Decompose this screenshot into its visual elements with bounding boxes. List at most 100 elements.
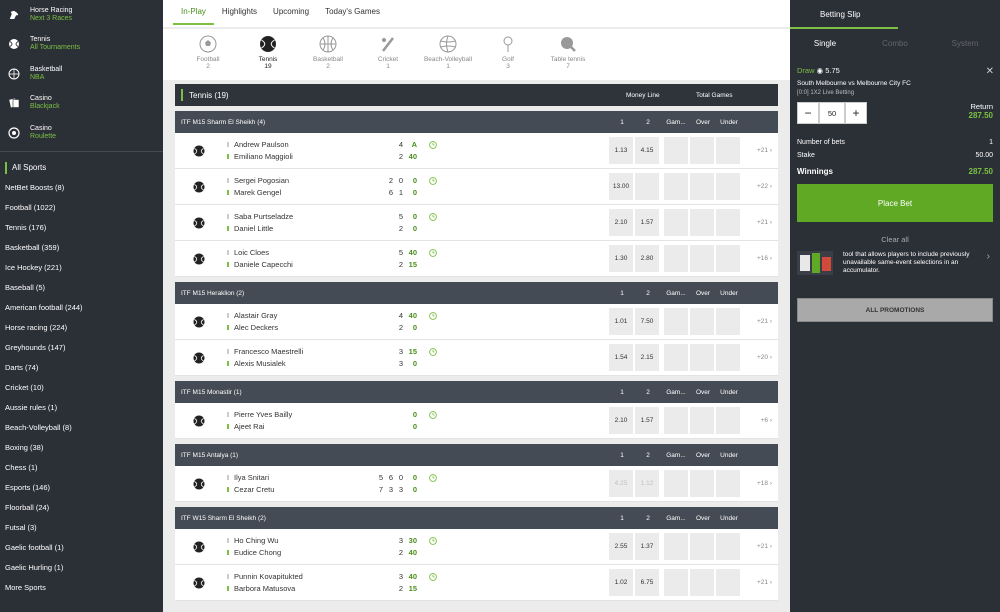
over-odds-cell[interactable] xyxy=(690,308,714,335)
total-games-cell[interactable] xyxy=(664,470,688,497)
sidebar-sport-item[interactable]: Gaelic Hurling (1) xyxy=(0,558,163,578)
sport-filter-basketball[interactable]: Basketball 2 xyxy=(298,29,358,80)
odds-1-button[interactable]: 4.25 xyxy=(609,470,633,497)
over-odds-cell[interactable] xyxy=(690,569,714,596)
sidebar-sport-item[interactable]: Floorball (24) xyxy=(0,498,163,518)
tab-today-s-games[interactable]: Today's Games xyxy=(317,0,388,27)
match-row[interactable]: Pierre Yves Bailly Ajeet Rai 0 0 2.10 1.57 +6 … xyxy=(175,403,778,439)
odds-1-button[interactable]: 1.01 xyxy=(609,308,633,335)
sport-filter-cricket[interactable]: Cricket 1 xyxy=(358,29,418,80)
quick-link[interactable]: Casino Roulette xyxy=(0,118,163,148)
league-header[interactable]: ITF M15 Antalya (1) 1 2 Gam... Over Under xyxy=(175,444,778,466)
total-games-cell[interactable] xyxy=(664,308,688,335)
over-odds-cell[interactable] xyxy=(690,209,714,236)
sidebar-sport-item[interactable]: Football (1022) xyxy=(0,198,163,218)
match-row[interactable]: Andrew Paulson Emiliano Maggioli 4 A 2 40 1.13… xyxy=(175,133,778,169)
sport-filter-football[interactable]: Football 2 xyxy=(178,29,238,80)
odds-1-button[interactable]: 2.10 xyxy=(609,407,633,434)
odds-2-button[interactable]: 7.50 xyxy=(635,308,659,335)
over-odds-cell[interactable] xyxy=(690,344,714,371)
over-odds-cell[interactable] xyxy=(690,245,714,272)
stake-input[interactable]: 50 xyxy=(819,102,845,124)
sidebar-sport-item[interactable]: Ice Hockey (221) xyxy=(0,258,163,278)
over-odds-cell[interactable] xyxy=(690,407,714,434)
total-games-cell[interactable] xyxy=(664,245,688,272)
odds-1-button[interactable]: 1.02 xyxy=(609,569,633,596)
odds-1-button[interactable]: 1.54 xyxy=(609,344,633,371)
sidebar-sport-item[interactable]: Darts (74) xyxy=(0,358,163,378)
league-header[interactable]: ITF M15 Heraklion (2) 1 2 Gam... Over Under xyxy=(175,282,778,304)
sidebar-sport-item[interactable]: NetBet Boosts (8) xyxy=(0,178,163,198)
quick-link[interactable]: Basketball NBA xyxy=(0,59,163,89)
quick-link[interactable]: Horse Racing Next 3 Races xyxy=(0,0,163,30)
under-odds-cell[interactable] xyxy=(716,470,740,497)
under-odds-cell[interactable] xyxy=(716,173,740,200)
odds-2-button[interactable]: 1.37 xyxy=(635,533,659,560)
sidebar-sport-item[interactable]: Baseball (5) xyxy=(0,278,163,298)
sidebar-sport-item[interactable]: More Sports xyxy=(0,578,163,598)
under-odds-cell[interactable] xyxy=(716,245,740,272)
odds-2-button[interactable]: 1.57 xyxy=(635,209,659,236)
under-odds-cell[interactable] xyxy=(716,344,740,371)
odds-2-button[interactable]: 1.12 xyxy=(635,470,659,497)
odds-1-button[interactable]: 13.00 xyxy=(609,173,633,200)
tab-in-play[interactable]: In-Play xyxy=(173,0,214,25)
sport-filter-golf[interactable]: Golf 3 xyxy=(478,29,538,80)
over-odds-cell[interactable] xyxy=(690,533,714,560)
odds-2-button[interactable] xyxy=(635,173,659,200)
odds-1-button[interactable]: 2.10 xyxy=(609,209,633,236)
tab-system[interactable]: System xyxy=(930,30,1000,58)
more-markets-link[interactable]: +22 › xyxy=(757,169,772,205)
tab-single[interactable]: Single xyxy=(790,30,860,58)
odds-1-button[interactable]: 1.30 xyxy=(609,245,633,272)
more-markets-link[interactable]: +21 › xyxy=(757,304,772,340)
sidebar-sport-item[interactable]: Esports (146) xyxy=(0,478,163,498)
total-games-cell[interactable] xyxy=(664,533,688,560)
odds-2-button[interactable]: 4.15 xyxy=(635,137,659,164)
match-row[interactable]: Sergei Pogosian Marek Gengel 2 0 0 6 1 0 13.00 +2… xyxy=(175,169,778,205)
decrease-stake-button[interactable]: − xyxy=(797,102,819,124)
sidebar-sport-item[interactable]: Aussie rules (1) xyxy=(0,398,163,418)
clear-all-link[interactable]: Clear all xyxy=(790,229,1000,251)
total-games-cell[interactable] xyxy=(664,569,688,596)
under-odds-cell[interactable] xyxy=(716,209,740,236)
odds-2-button[interactable]: 2.80 xyxy=(635,245,659,272)
odds-2-button[interactable]: 6.75 xyxy=(635,569,659,596)
sidebar-sport-item[interactable]: Horse racing (224) xyxy=(0,318,163,338)
increase-stake-button[interactable]: + xyxy=(845,102,867,124)
league-header[interactable]: ITF M15 Monastir (1) 1 2 Gam... Over Under xyxy=(175,381,778,403)
sidebar-sport-item[interactable]: Tennis (176) xyxy=(0,218,163,238)
betting-slip-title[interactable]: Betting Slip xyxy=(790,0,898,29)
match-row[interactable]: Ilya Snitari Cezar Cretu 5 6 0 0 7 3 3 0 4.25 1.12 +… xyxy=(175,466,778,502)
over-odds-cell[interactable] xyxy=(690,173,714,200)
more-markets-link[interactable]: +18 › xyxy=(757,466,772,502)
match-row[interactable]: Francesco Maestrelli Alexis Musialek 3 15 3 0… xyxy=(175,340,778,376)
match-row[interactable]: Loic Cloes Daniele Capecchi 5 40 2 15 1.30 2.80… xyxy=(175,241,778,277)
total-games-cell[interactable] xyxy=(664,137,688,164)
more-markets-link[interactable]: +21 › xyxy=(757,565,772,601)
tab-upcoming[interactable]: Upcoming xyxy=(265,0,317,27)
sidebar-sport-item[interactable]: Chess (1) xyxy=(0,458,163,478)
odds-1-button[interactable]: 2.55 xyxy=(609,533,633,560)
over-odds-cell[interactable] xyxy=(690,470,714,497)
under-odds-cell[interactable] xyxy=(716,407,740,434)
sidebar-sport-item[interactable]: Gaelic football (1) xyxy=(0,538,163,558)
total-games-cell[interactable] xyxy=(664,344,688,371)
odds-1-button[interactable]: 1.13 xyxy=(609,137,633,164)
sidebar-sport-item[interactable]: American football (244) xyxy=(0,298,163,318)
sidebar-sport-item[interactable]: Futsal (3) xyxy=(0,518,163,538)
total-games-cell[interactable] xyxy=(664,173,688,200)
odds-2-button[interactable]: 1.57 xyxy=(635,407,659,434)
tab-combo[interactable]: Combo xyxy=(860,30,930,58)
quick-link[interactable]: Tennis All Tournaments xyxy=(0,30,163,60)
sidebar-sport-item[interactable]: Basketball (359) xyxy=(0,238,163,258)
tab-highlights[interactable]: Highlights xyxy=(214,0,265,27)
sidebar-sport-item[interactable]: Greyhounds (147) xyxy=(0,338,163,358)
match-row[interactable]: Ho Ching Wu Eudice Chong 3 30 2 40 2.55 1.37 +21… xyxy=(175,529,778,565)
league-header[interactable]: ITF M15 Sharm El Sheikh (4) 1 2 Gam... Over U… xyxy=(175,111,778,133)
total-games-cell[interactable] xyxy=(664,209,688,236)
sidebar-sport-item[interactable]: Beach-Volleyball (8) xyxy=(0,418,163,438)
total-games-cell[interactable] xyxy=(664,407,688,434)
under-odds-cell[interactable] xyxy=(716,569,740,596)
match-row[interactable]: Punnin Kovapitukted Barbora Matusova 3 40 2 1… xyxy=(175,565,778,601)
